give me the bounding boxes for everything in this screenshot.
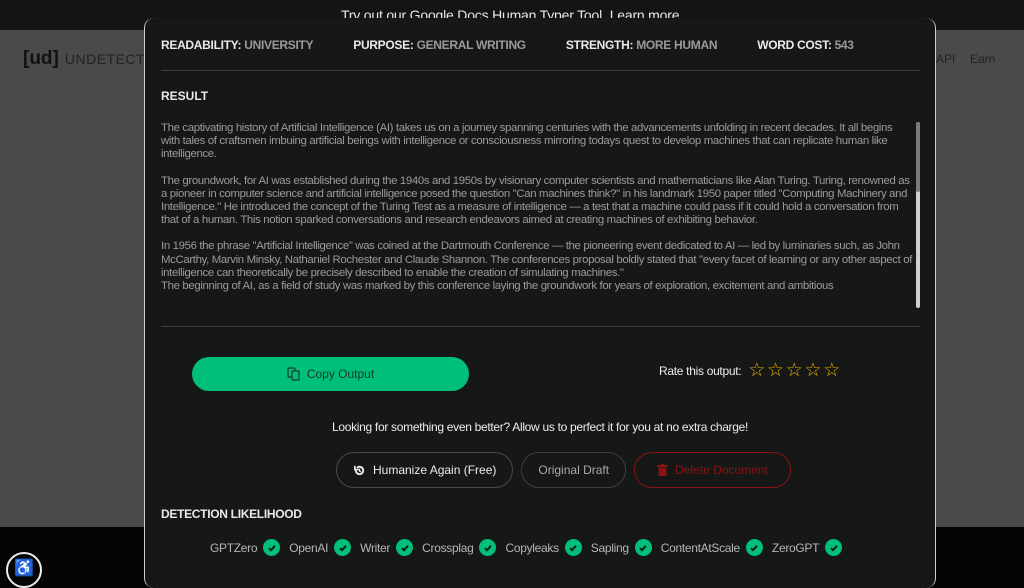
result-modal: READABILITY: UNIVERSITY PURPOSE: GENERAL… bbox=[144, 18, 936, 588]
star-icon[interactable]: ☆ bbox=[786, 361, 803, 381]
star-icon[interactable]: ☆ bbox=[748, 361, 765, 381]
result-paragraph: The groundwork, for AI was established d… bbox=[161, 174, 910, 227]
humanize-again-label: Humanize Again (Free) bbox=[373, 463, 497, 477]
meta-purpose: PURPOSE: GENERAL WRITING bbox=[353, 38, 526, 52]
divider bbox=[161, 326, 920, 327]
trash-icon bbox=[657, 464, 669, 476]
rating-widget: Rate this output: ☆ ☆ ☆ ☆ ☆ bbox=[659, 361, 840, 381]
history-icon bbox=[354, 465, 365, 475]
star-icon[interactable]: ☆ bbox=[767, 361, 784, 381]
detection-title: DETECTION LIKELIHOOD bbox=[161, 507, 302, 521]
logo-mark: [ud] bbox=[23, 48, 59, 69]
detector-name: OpenAI bbox=[289, 540, 329, 555]
detector-item: GPTZero bbox=[210, 539, 281, 556]
meta-strength: STRENGTH: MORE HUMAN bbox=[565, 38, 718, 52]
detector-name: Writer bbox=[360, 540, 391, 555]
result-paragraph: The beginning of AI, as a field of study… bbox=[161, 280, 834, 293]
delete-document-label: Delete Document bbox=[675, 463, 768, 477]
check-circle-icon bbox=[564, 539, 582, 556]
result-scrollbar[interactable] bbox=[916, 122, 920, 308]
detector-list: GPTZero OpenAI Writer Crossplag Copyleaks Sap… bbox=[210, 539, 851, 556]
detector-name: ContentAtScale bbox=[660, 540, 740, 555]
site-logo: [ud] UNDETECTA bbox=[23, 48, 154, 70]
logo-text: UNDETECTA bbox=[64, 51, 154, 67]
check-circle-icon bbox=[634, 539, 652, 556]
detector-name: GPTZero bbox=[210, 540, 258, 555]
nav-earn[interactable]: Earn bbox=[970, 52, 995, 66]
star-icon[interactable]: ☆ bbox=[823, 361, 840, 381]
result-paragraph: The captivating history of Artificial In… bbox=[161, 122, 893, 161]
copy-icon bbox=[287, 367, 300, 381]
detector-item: Crossplag bbox=[422, 539, 497, 556]
detector-item: Sapling bbox=[591, 539, 652, 556]
check-circle-icon bbox=[396, 539, 414, 556]
star-icon[interactable]: ☆ bbox=[805, 361, 822, 381]
humanize-again-button[interactable]: Humanize Again (Free) bbox=[336, 452, 514, 488]
result-paragraph: In 1956 the phrase "Artificial Intellige… bbox=[161, 240, 913, 279]
detector-item: Copyleaks bbox=[505, 539, 582, 556]
nav-api[interactable]: API bbox=[936, 52, 955, 66]
settings-summary: READABILITY: UNIVERSITY PURPOSE: GENERAL… bbox=[161, 38, 894, 52]
meta-word-cost: WORD COST: 543 bbox=[757, 38, 854, 52]
action-buttons: Humanize Again (Free) Original Draft Del… bbox=[336, 452, 791, 488]
check-circle-icon bbox=[745, 539, 763, 556]
detector-item: ZeroGPT bbox=[771, 539, 843, 556]
original-draft-button[interactable]: Original Draft bbox=[521, 452, 627, 488]
meta-readability: READABILITY: UNIVERSITY bbox=[161, 38, 314, 52]
rating-label: Rate this output: bbox=[659, 364, 742, 378]
original-draft-label: Original Draft bbox=[538, 463, 610, 477]
result-title: RESULT bbox=[161, 89, 209, 103]
scrollbar-thumb[interactable] bbox=[916, 122, 920, 192]
check-circle-icon bbox=[825, 539, 843, 556]
result-text-area[interactable]: The captivating history of Artificial In… bbox=[161, 122, 913, 308]
copy-output-label: Copy Output bbox=[306, 367, 375, 381]
copy-output-button[interactable]: Copy Output bbox=[192, 357, 469, 391]
check-circle-icon bbox=[479, 539, 497, 556]
detector-item: OpenAI bbox=[289, 539, 352, 556]
detector-name: Sapling bbox=[590, 540, 629, 555]
perfect-prompt: Looking for something even better? Allow… bbox=[331, 420, 749, 434]
accessibility-icon[interactable]: ♿ bbox=[6, 552, 42, 588]
check-circle-icon bbox=[334, 539, 352, 556]
detector-item: Writer bbox=[360, 539, 414, 556]
detector-item: ContentAtScale bbox=[661, 539, 763, 556]
check-circle-icon bbox=[263, 539, 281, 556]
delete-document-button[interactable]: Delete Document bbox=[634, 452, 791, 488]
detector-name: ZeroGPT bbox=[771, 540, 820, 555]
star-rating: ☆ ☆ ☆ ☆ ☆ bbox=[748, 361, 840, 381]
divider bbox=[161, 70, 920, 71]
detector-name: Crossplag bbox=[422, 540, 474, 555]
detector-name: Copyleaks bbox=[505, 540, 559, 555]
